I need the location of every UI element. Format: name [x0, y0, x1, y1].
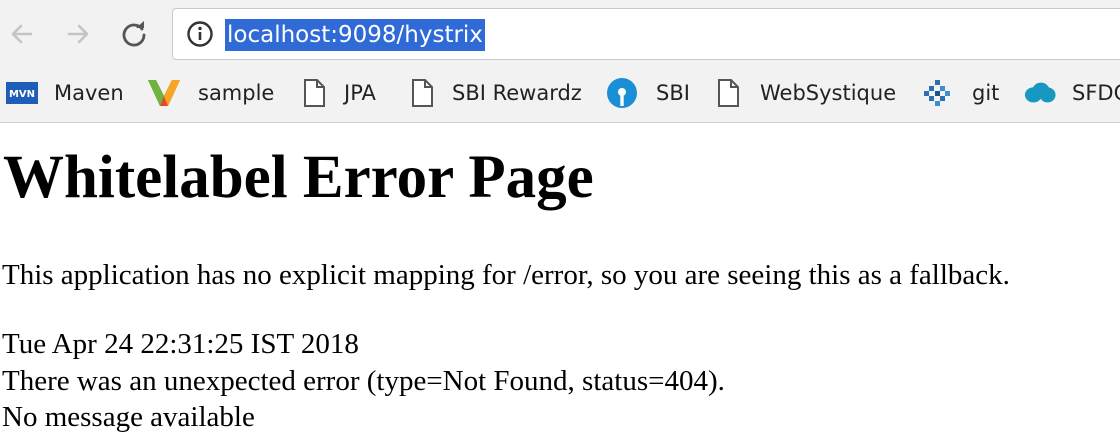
error-explanation: This application has no explicit mapping… [2, 259, 1010, 291]
bookmark-git[interactable]: git [922, 70, 999, 116]
bookmark-sfdc[interactable]: SFDC [1024, 70, 1120, 116]
bookmark-jpa[interactable]: JPA [298, 70, 376, 116]
git-icon [922, 77, 954, 109]
info-icon[interactable] [185, 19, 215, 49]
sbi-icon [606, 77, 638, 109]
bookmark-maven[interactable]: MVN Maven [6, 70, 124, 116]
error-type-status: There was an unexpected error (type=Not … [2, 365, 725, 397]
bookmark-label: git [972, 81, 1000, 105]
reload-icon [122, 21, 146, 47]
bookmark-sbi-rewardz[interactable]: SBI Rewardz [406, 70, 582, 116]
bookmark-sbi[interactable]: SBI [606, 70, 690, 116]
browser-chrome: localhost:9098/hystrix MVN Maven sample [0, 0, 1120, 123]
page-content: Whitelabel Error Page This application h… [0, 123, 1120, 438]
bookmark-label: SBI [656, 81, 690, 105]
svg-text:MVN: MVN [9, 89, 35, 100]
back-button[interactable] [0, 12, 44, 56]
arrow-right-icon [67, 24, 89, 44]
bookmark-label: SFDC [1072, 81, 1120, 105]
bookmark-label: JPA [344, 81, 376, 105]
sample-m-icon [148, 77, 180, 109]
error-timestamp: Tue Apr 24 22:31:25 IST 2018 [2, 328, 359, 360]
bookmark-label: SBI Rewardz [452, 81, 582, 105]
bookmark-label: WebSystique [760, 81, 897, 105]
url-text[interactable]: localhost:9098/hystrix [225, 19, 485, 51]
bookmark-label: sample [198, 81, 275, 105]
maven-icon: MVN [6, 77, 38, 109]
page-icon [712, 77, 744, 109]
salesforce-cloud-icon [1024, 77, 1056, 109]
page-title: Whitelabel Error Page [3, 144, 594, 211]
bookmarks-bar: MVN Maven sample JPA SBI Rewardz SBI Web… [0, 70, 1120, 116]
error-detail: No message available [2, 401, 255, 433]
bookmark-label: Maven [54, 81, 124, 105]
page-icon [298, 77, 330, 109]
address-bar[interactable]: localhost:9098/hystrix [172, 8, 1120, 60]
forward-button[interactable] [56, 12, 100, 56]
arrow-left-icon [11, 24, 33, 44]
page-icon [406, 77, 438, 109]
reload-button[interactable] [112, 12, 156, 56]
bookmark-websystique[interactable]: WebSystique [712, 70, 896, 116]
bookmark-sample[interactable]: sample [148, 70, 274, 116]
